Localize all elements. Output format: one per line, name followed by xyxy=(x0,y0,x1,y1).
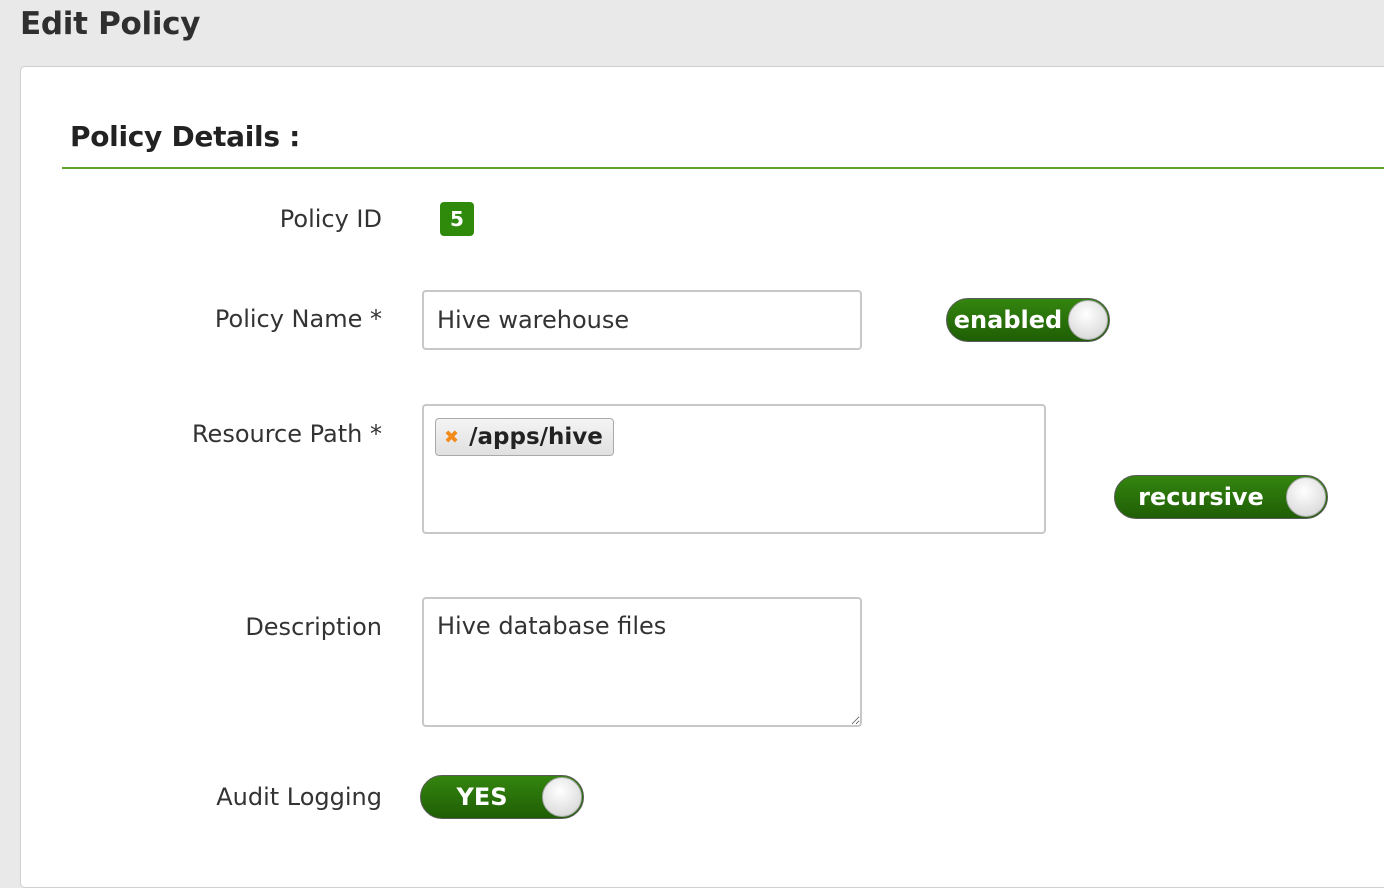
recursive-toggle-label: recursive xyxy=(1138,483,1264,511)
section-divider xyxy=(62,167,1384,169)
toggle-knob xyxy=(1068,300,1108,340)
recursive-toggle[interactable]: recursive xyxy=(1114,475,1328,519)
page-title: Edit Policy xyxy=(20,6,201,42)
audit-logging-toggle-label: YES xyxy=(456,783,508,811)
policy-name-input[interactable] xyxy=(422,290,862,350)
policy-id-label: Policy ID xyxy=(279,205,382,233)
description-label: Description xyxy=(245,613,382,641)
policy-id-badge: 5 xyxy=(440,202,474,236)
policy-enabled-toggle[interactable]: enabled xyxy=(946,298,1110,342)
toggle-knob xyxy=(1286,477,1326,517)
audit-logging-toggle[interactable]: YES xyxy=(420,775,584,819)
policy-name-label: Policy Name * xyxy=(214,305,382,333)
description-textarea[interactable]: Hive database files xyxy=(422,597,862,727)
resource-path-tag-label: /apps/hive xyxy=(469,424,603,450)
audit-logging-label: Audit Logging xyxy=(216,783,382,811)
close-icon[interactable]: ✖ xyxy=(444,427,459,448)
resource-path-input[interactable]: ✖ /apps/hive xyxy=(422,404,1046,534)
resource-path-tag: ✖ /apps/hive xyxy=(435,418,614,456)
resource-path-label: Resource Path * xyxy=(191,420,382,448)
policy-enabled-toggle-label: enabled xyxy=(953,306,1063,334)
section-title: Policy Details : xyxy=(70,120,301,153)
toggle-knob xyxy=(542,777,582,817)
